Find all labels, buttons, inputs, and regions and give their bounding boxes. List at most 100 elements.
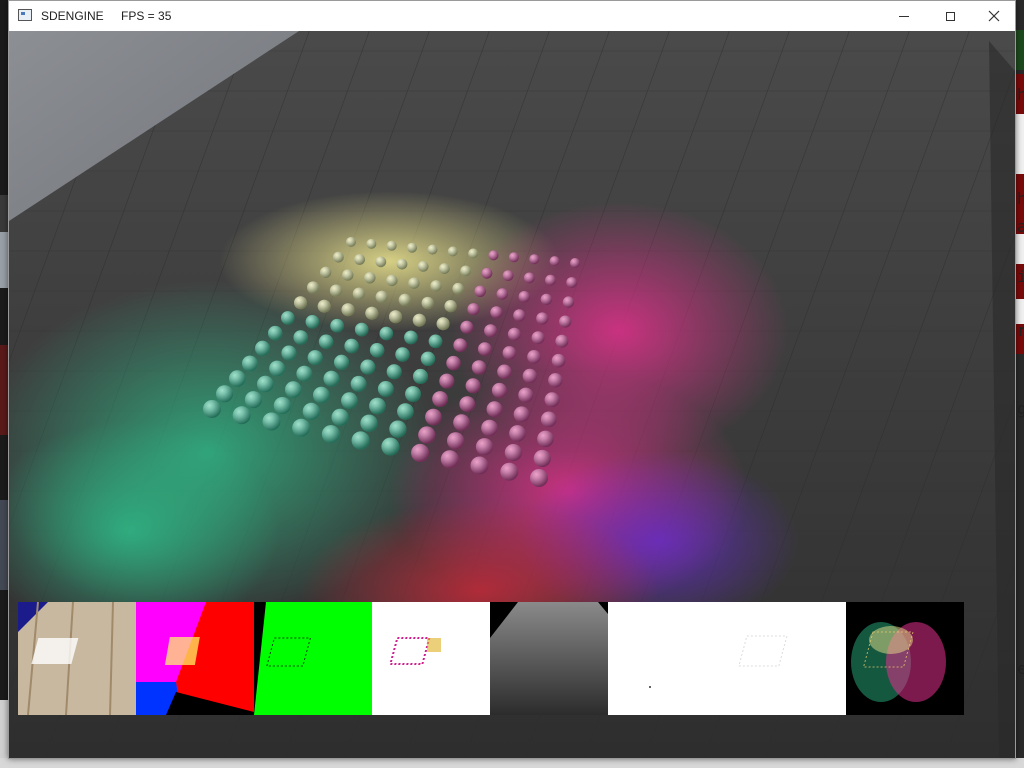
close-icon [988, 10, 1000, 22]
sphere-shading [405, 386, 421, 402]
minimize-button[interactable] [881, 1, 927, 31]
sphere-shading [471, 360, 487, 375]
sphere-shading [508, 252, 519, 263]
sphere-shading [365, 306, 379, 320]
sphere-shading [475, 438, 494, 456]
sphere-shading [411, 443, 430, 462]
sphere-shading [502, 270, 514, 281]
sphere-shading [566, 277, 578, 288]
desktop-left-edge [0, 0, 8, 768]
sphere-shading [490, 306, 503, 319]
sphere-shading [354, 322, 369, 337]
sphere-shading [360, 414, 378, 432]
sphere-shading [318, 334, 334, 349]
sphere-shading [375, 290, 388, 303]
terminal-char: a [1017, 217, 1024, 236]
sphere-shading [545, 274, 556, 286]
sphere-shading [513, 309, 526, 322]
sphere-shading [488, 250, 499, 261]
sphere-shading [281, 345, 297, 361]
sphere-shading [404, 330, 418, 345]
sphere-shading [334, 354, 349, 370]
sphere-shading [302, 402, 320, 420]
sphere-shading [523, 272, 535, 284]
sphere-shading [408, 277, 420, 289]
terminal-char: e [1017, 659, 1024, 678]
sphere-shading [320, 266, 332, 279]
sphere-shading [389, 420, 407, 438]
sphere-shading [453, 414, 470, 431]
shadow-buffer-tile [608, 602, 846, 715]
desktop-bottom-edge [0, 758, 1024, 768]
title-bar[interactable]: SDENGINE FPS = 35 [9, 1, 1015, 31]
depth-buffer-tile [490, 602, 608, 715]
sphere-shading [273, 397, 291, 415]
sphere-shading [341, 303, 355, 317]
final-lighting-buffer-tile [846, 602, 964, 715]
sphere-shading [518, 291, 530, 303]
sphere-shading [507, 327, 521, 341]
sphere-shading [346, 237, 356, 247]
sphere-shading [549, 256, 560, 267]
sphere-shading [497, 364, 512, 379]
sphere-shading [559, 315, 572, 328]
fps-counter: FPS = 35 [121, 9, 172, 23]
background-terminal-window: h h a i r g e [1016, 0, 1024, 768]
sphere-shading [530, 469, 548, 487]
sphere-shading [375, 256, 387, 268]
sphere-shading [242, 355, 258, 372]
sphere-shading [446, 355, 461, 371]
close-button[interactable] [971, 1, 1017, 31]
sphere-shading [474, 285, 486, 297]
sphere-shading [533, 449, 551, 468]
sphere-shading [292, 418, 311, 437]
window-title: SDENGINE [41, 9, 104, 23]
specular-buffer-tile [254, 602, 372, 715]
sphere-shading [352, 287, 365, 300]
sphere-shading [369, 343, 385, 358]
sphere-shading [330, 318, 344, 333]
sphere-shading [369, 397, 386, 415]
sphere-shading [281, 311, 295, 325]
sphere-shading [307, 281, 320, 294]
terminal-char: h [1017, 85, 1024, 104]
terminal-char: i [1017, 267, 1024, 286]
sphere-shading [341, 392, 358, 409]
sphere-shading [468, 248, 479, 259]
sphere-shading [293, 330, 308, 345]
sphere-shading [544, 392, 560, 408]
sphere-shading [486, 401, 503, 418]
sphere-shading [432, 391, 448, 407]
sphere-shading [444, 300, 457, 313]
sphere-shading [447, 246, 458, 257]
sphere-shading [351, 431, 370, 450]
sphere-shading [425, 408, 442, 426]
sphere-shading [317, 299, 331, 313]
sphere-shading [412, 313, 426, 327]
normal-buffer-tile [136, 602, 254, 715]
render-viewport[interactable] [9, 31, 1015, 758]
sphere-shading [481, 419, 498, 437]
sphere-shading [396, 258, 408, 270]
terminal-char: r [1017, 321, 1024, 340]
sphere-shading [398, 293, 411, 306]
sphere-shading [262, 412, 281, 431]
sphere-shading [465, 378, 481, 394]
sphere-shading [333, 251, 344, 263]
sphere-shading [381, 437, 400, 456]
sphere-shading [491, 382, 507, 398]
sphere-shading [364, 272, 376, 284]
maximize-button[interactable] [927, 1, 973, 31]
sphere-shading [244, 391, 263, 409]
sphere-shading [313, 386, 330, 404]
sphere-shading [436, 317, 450, 331]
sphere-shading [513, 406, 530, 423]
sphere-shading [342, 269, 354, 281]
app-window-icon[interactable] [18, 9, 32, 21]
sphere-shading [350, 375, 367, 392]
sphere-shading [500, 462, 519, 481]
sphere-shading [257, 375, 274, 393]
terminal-panel [1016, 74, 1024, 354]
sphere-shading [418, 426, 436, 444]
sphere-shading [470, 456, 489, 475]
